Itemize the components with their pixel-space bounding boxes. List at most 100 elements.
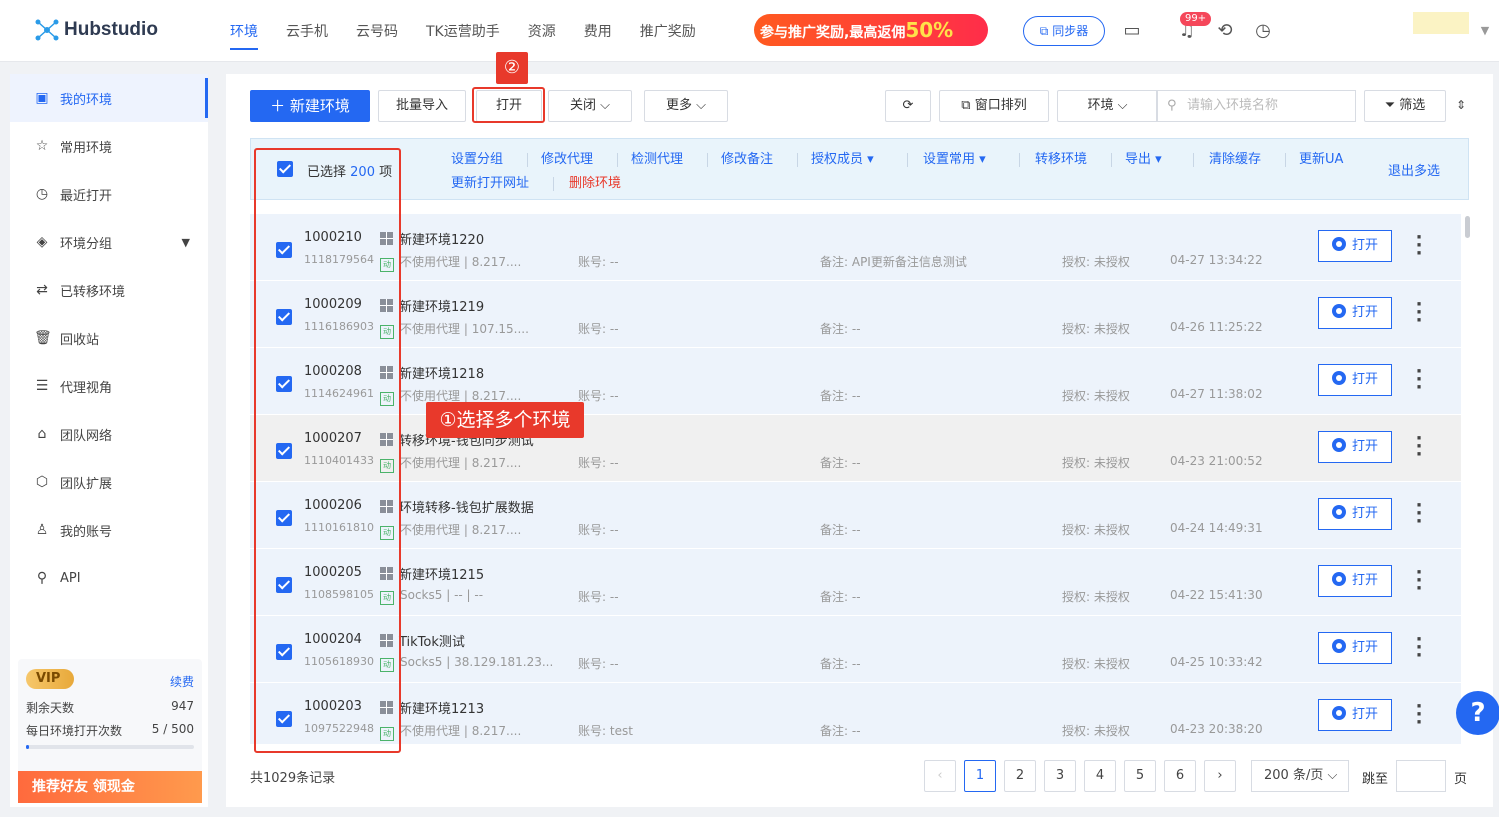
- close-button[interactable]: 关闭 ⌵: [548, 90, 632, 122]
- bulk-authorize[interactable]: 授权成员 ▾: [811, 148, 874, 167]
- more-actions-icon[interactable]: · · ·: [1415, 698, 1423, 732]
- filter-type-select[interactable]: 环境 ⌵: [1057, 90, 1158, 122]
- proxy-type: Socks5: [400, 655, 443, 669]
- nav-environment[interactable]: 环境: [230, 0, 258, 62]
- more-actions-icon[interactable]: · · ·: [1415, 229, 1423, 263]
- new-env-button[interactable]: ＋ 新建环境: [250, 90, 370, 122]
- bulk-set-group[interactable]: 设置分组: [451, 148, 503, 167]
- arrange-windows-button[interactable]: ⧉ 窗口排列: [939, 90, 1049, 122]
- prev-page-button[interactable]: ‹: [924, 760, 956, 792]
- more-actions-icon[interactable]: · · ·: [1415, 296, 1423, 330]
- page-button[interactable]: 2: [1004, 760, 1036, 792]
- sidebar-item-proxy-view[interactable]: ☰ 代理视角: [10, 362, 208, 410]
- chevron-down-icon[interactable]: ▼: [1474, 20, 1496, 42]
- browser-icon: ▣: [35, 90, 49, 106]
- page-size-select[interactable]: 200 条/页 ⌵: [1251, 760, 1349, 792]
- nav-tk-assistant[interactable]: TK运营助手: [426, 0, 500, 62]
- sidebar-item-recent[interactable]: ◷ 最近打开: [10, 170, 208, 218]
- sidebar-item-label: 我的环境: [60, 92, 113, 108]
- more-actions-icon[interactable]: · · ·: [1415, 497, 1423, 531]
- search-input[interactable]: ⚲ 请输入环境名称: [1156, 90, 1356, 122]
- env-note: 备注: --: [820, 322, 861, 336]
- nav-cloud-number[interactable]: 云号码: [356, 0, 398, 62]
- table-row[interactable]: 1000210 1118179564 新建环境1220 动不使用代理 | 8.217.…: [250, 214, 1461, 281]
- logo[interactable]: Hubstudio: [34, 17, 158, 43]
- sidebar-item-api[interactable]: ⚲ API: [10, 554, 208, 602]
- bulk-check-proxy[interactable]: 检测代理: [631, 148, 683, 167]
- chrome-icon: [1331, 639, 1346, 653]
- table-row[interactable]: 1000205 1108598105 新建环境1215 动 Socks5 | -- | …: [250, 549, 1461, 616]
- sidebar-item-team-extension[interactable]: ⬡ 团队扩展: [10, 458, 208, 506]
- table-row[interactable]: 1000209 1116186903 新建环境1219 动不使用代理 | 107.15…: [250, 281, 1461, 348]
- bulk-set-favorite[interactable]: 设置常用 ▾: [923, 148, 986, 167]
- api-icon: ⚲: [36, 570, 48, 586]
- more-actions-icon[interactable]: · · ·: [1415, 631, 1423, 665]
- table-row[interactable]: 1000204 1105618930 TikTok测试动 Socks5 | 38.12…: [250, 616, 1461, 683]
- sidebar-item-groups[interactable]: ◈ 环境分组 ▼: [10, 218, 208, 266]
- jump-input[interactable]: [1396, 760, 1446, 792]
- history-icon[interactable]: ◷: [1252, 20, 1274, 42]
- table-row[interactable]: 1000206 1110161810 环境转移-钱包扩展数据动不使用代理 | 8.2…: [250, 482, 1461, 549]
- more-actions-icon[interactable]: · · ·: [1415, 363, 1423, 397]
- sidebar-item-favorites[interactable]: ☆ 常用环境: [10, 122, 208, 170]
- env-note: 备注: --: [820, 590, 861, 604]
- env-name[interactable]: 环境转移-钱包扩展数据: [380, 497, 534, 516]
- sidebar-item-trash[interactable]: 🗑 回收站: [10, 314, 208, 362]
- nav-resources[interactable]: 资源: [528, 0, 556, 62]
- page-button[interactable]: 6: [1164, 760, 1196, 792]
- bulk-edit-note[interactable]: 修改备注: [721, 148, 773, 167]
- refresh-button[interactable]: ⟳: [885, 90, 931, 122]
- sidebar-item-team-network[interactable]: ⌂ 团队网络: [10, 410, 208, 458]
- sort-icon[interactable]: ⇕: [1456, 98, 1466, 112]
- row-open-button[interactable]: 打开: [1318, 230, 1392, 262]
- bulk-update-url[interactable]: 更新打开网址: [451, 172, 529, 191]
- sidebar-item-my-account[interactable]: ♙ 我的账号: [10, 506, 208, 554]
- more-actions-icon[interactable]: · · ·: [1415, 564, 1423, 598]
- bulk-update-ua[interactable]: 更新UA: [1299, 148, 1343, 167]
- bulk-export[interactable]: 导出 ▾: [1125, 148, 1162, 167]
- page-button[interactable]: 3: [1044, 760, 1076, 792]
- bulk-edit-proxy[interactable]: 修改代理: [541, 148, 593, 167]
- bulk-transfer[interactable]: 转移环境: [1035, 148, 1087, 167]
- monitor-icon[interactable]: ▭: [1121, 20, 1143, 42]
- env-note: 备注: --: [820, 456, 861, 470]
- chevron-down-icon[interactable]: ▼: [182, 236, 190, 249]
- exit-multi-select[interactable]: 退出多选: [1388, 160, 1440, 179]
- sync-button[interactable]: ⧉ 同步器: [1023, 16, 1105, 46]
- promo-banner[interactable]: 参与推广奖励,最高返佣50%: [754, 14, 988, 46]
- row-open-button[interactable]: 打开: [1318, 297, 1392, 329]
- total-records: 共1029条记录: [250, 771, 336, 786]
- bulk-delete[interactable]: 删除环境: [569, 172, 621, 191]
- more-button[interactable]: 更多 ⌵: [644, 90, 728, 122]
- bulk-clear-cache[interactable]: 清除缓存: [1209, 148, 1261, 167]
- renew-link[interactable]: 续费: [170, 673, 194, 690]
- page-button[interactable]: 4: [1084, 760, 1116, 792]
- row-open-button[interactable]: 打开: [1318, 364, 1392, 396]
- sidebar: ▣ 我的环境 ☆ 常用环境 ◷ 最近打开 ◈ 环境分组 ▼ ⇄ 已转移环境 🗑 回收站 ☰ 代理…: [10, 74, 208, 807]
- page-button[interactable]: 1: [964, 760, 996, 792]
- main-nav: 环境 云手机 云号码 TK运营助手 资源 费用 推广奖励: [230, 0, 724, 62]
- help-button[interactable]: ?: [1456, 691, 1499, 735]
- nav-referral[interactable]: 推广奖励: [640, 0, 696, 62]
- nav-cloud-phone[interactable]: 云手机: [286, 0, 328, 62]
- avatar[interactable]: [1413, 12, 1469, 34]
- row-open-button[interactable]: 打开: [1318, 565, 1392, 597]
- row-open-button[interactable]: 打开: [1318, 431, 1392, 463]
- recommend-banner[interactable]: 推荐好友 领现金: [18, 771, 202, 803]
- page-button[interactable]: 5: [1124, 760, 1156, 792]
- table-scrollbar[interactable]: [1465, 216, 1470, 238]
- row-open-button[interactable]: 打开: [1318, 632, 1392, 664]
- batch-import-button[interactable]: 批量导入: [378, 90, 466, 122]
- divider: [707, 153, 708, 167]
- table-row[interactable]: 1000203 1097522948 新建环境1213 动不使用代理 | 8.217.…: [250, 683, 1461, 744]
- row-open-button[interactable]: 打开: [1318, 498, 1392, 530]
- row-open-button[interactable]: 打开: [1318, 699, 1392, 731]
- more-actions-icon[interactable]: · · ·: [1415, 430, 1423, 464]
- refresh-download-icon[interactable]: ⟲: [1214, 20, 1236, 42]
- sidebar-item-my-env[interactable]: ▣ 我的环境: [10, 74, 208, 122]
- nav-fees[interactable]: 费用: [584, 0, 612, 62]
- filter-button[interactable]: ⏷ 筛选: [1364, 90, 1446, 122]
- proxy-ip: 8.217....: [471, 389, 522, 403]
- sidebar-item-transferred[interactable]: ⇄ 已转移环境: [10, 266, 208, 314]
- next-page-button[interactable]: ›: [1204, 760, 1236, 792]
